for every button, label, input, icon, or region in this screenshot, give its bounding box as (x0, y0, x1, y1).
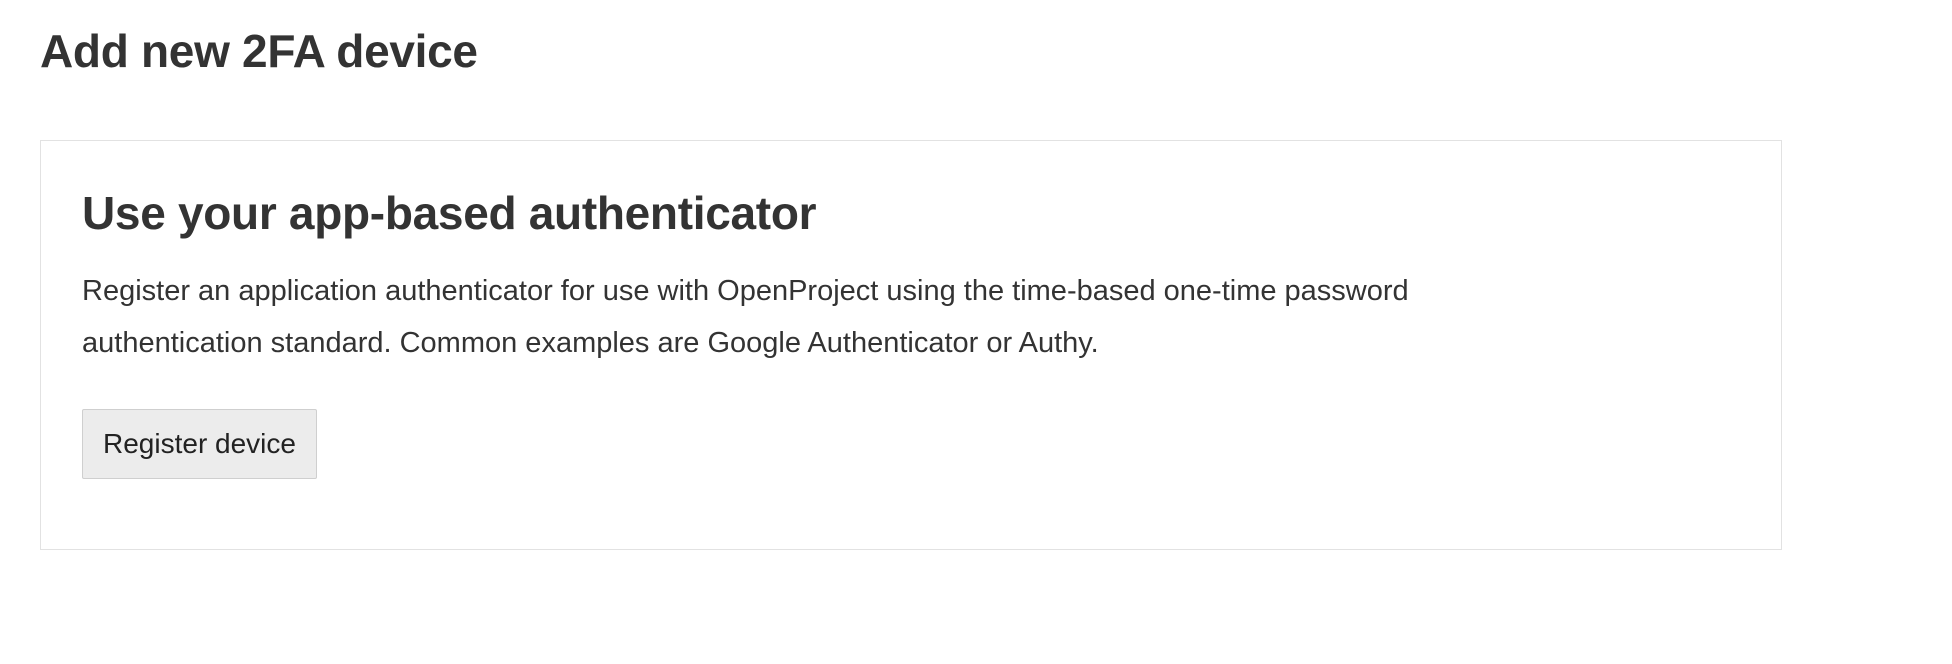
authenticator-card: Use your app-based authenticator Registe… (40, 140, 1782, 550)
card-description: Register an application authenticator fo… (82, 265, 1682, 369)
card-title: Use your app-based authenticator (82, 187, 817, 239)
register-device-button[interactable]: Register device (82, 409, 317, 479)
card-description-line: Register an application authenticator fo… (82, 275, 1409, 307)
page-title: Add new 2FA device (40, 25, 478, 77)
card-description-line: authentication standard. Common examples… (82, 327, 1099, 359)
